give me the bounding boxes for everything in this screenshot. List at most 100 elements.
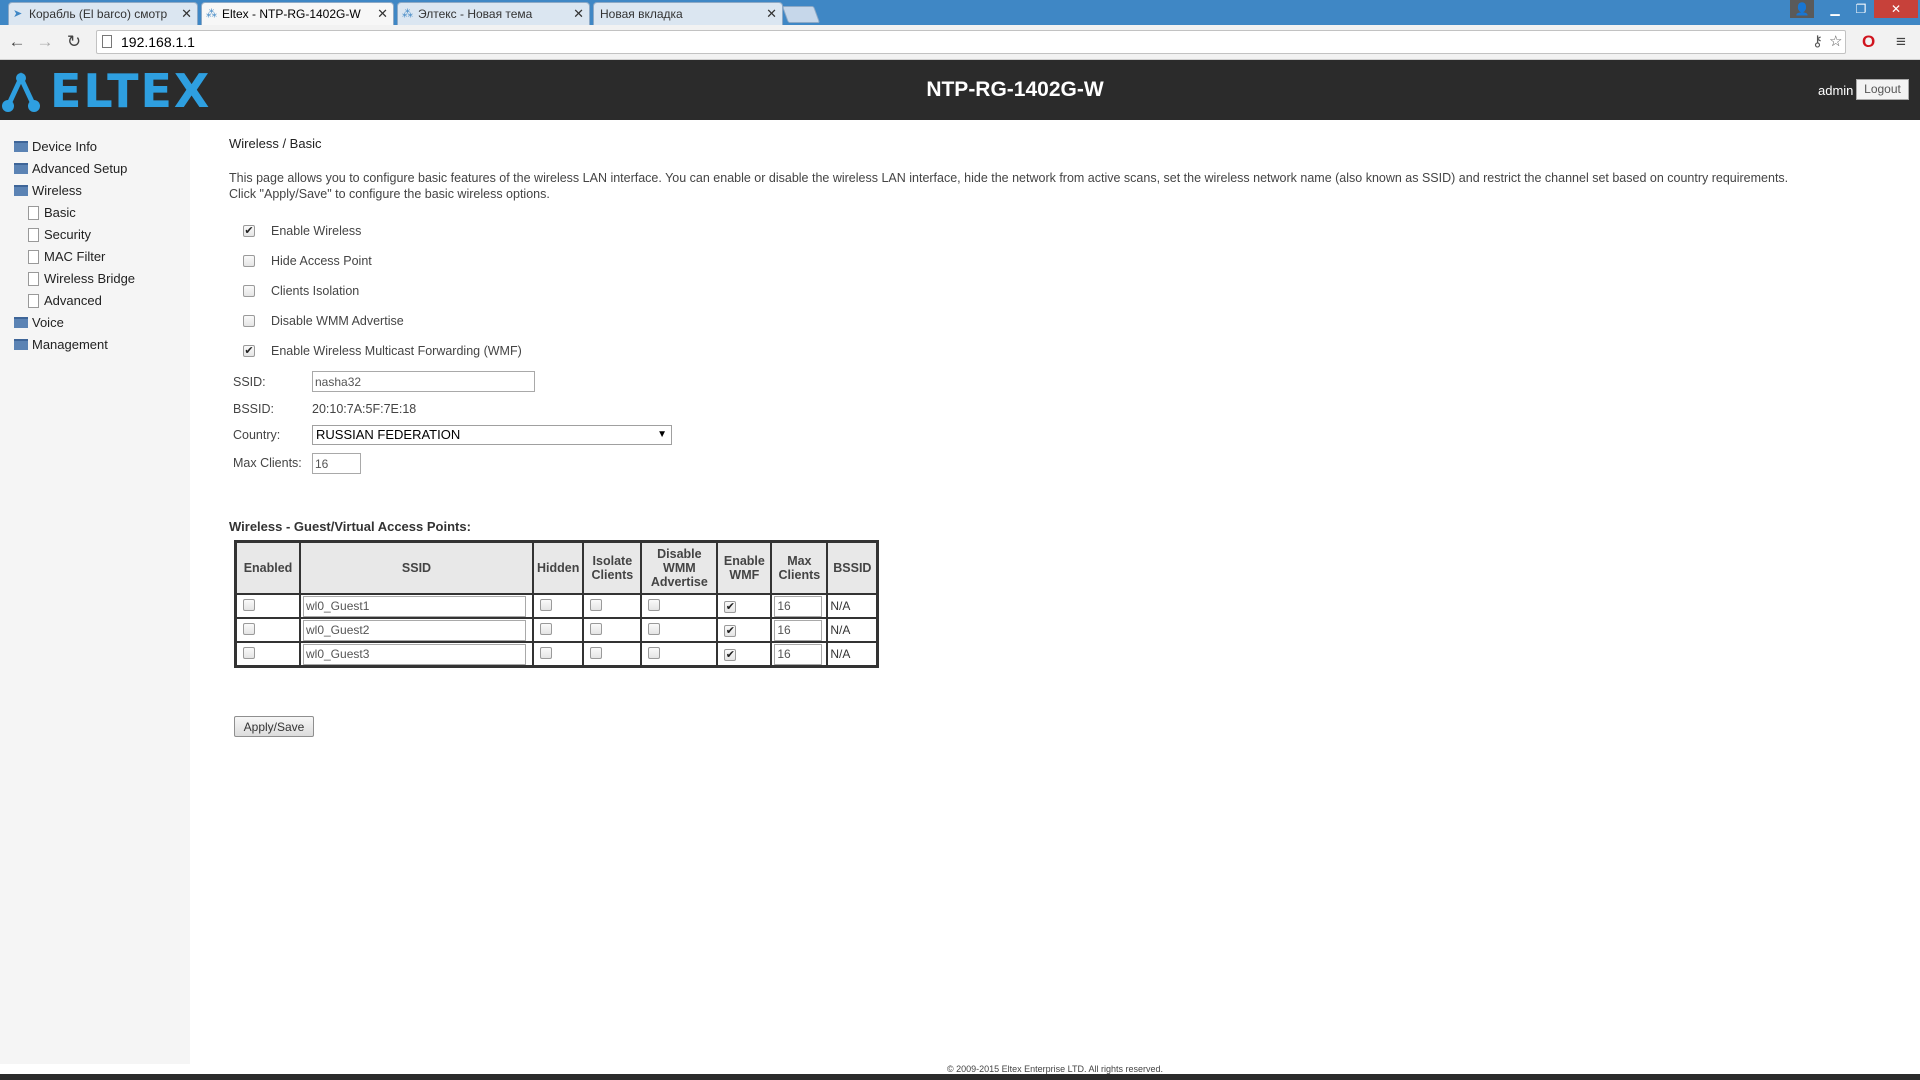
guest-ssid-input[interactable] xyxy=(303,595,526,617)
page-description: This page allows you to configure basic … xyxy=(229,171,1789,201)
enable-wmf-checkbox[interactable]: ✔ xyxy=(243,345,255,357)
sidebar: Device Info Advanced Setup Wireless Basi… xyxy=(0,120,190,1064)
guest-ap-title: Wireless - Guest/Virtual Access Points: xyxy=(229,519,471,534)
guest-disable-wmm-checkbox[interactable] xyxy=(648,598,661,611)
header-max-clients: Max Clients xyxy=(771,542,828,594)
logout-button[interactable]: Logout xyxy=(1856,79,1909,100)
browser-tab-4[interactable]: Новая вкладка ✕ xyxy=(593,2,783,25)
folder-icon xyxy=(14,317,28,328)
browser-tab-1[interactable]: ➤ Корабль (El barco) смотр ✕ xyxy=(8,2,198,25)
forward-icon[interactable]: → xyxy=(35,32,55,52)
document-icon xyxy=(28,272,39,286)
eltex-icon: ⁂ xyxy=(206,8,217,20)
browser-toolbar: ← → ↻ 192.168.1.1 ⚷ ☆ O ≡ xyxy=(0,25,1920,60)
device-name: NTP-RG-1402G-W xyxy=(926,78,1104,101)
new-tab-button[interactable] xyxy=(781,6,821,23)
star-icon[interactable]: ☆ xyxy=(1829,33,1842,51)
option-label: Enable Wireless Multicast Forwarding (WM… xyxy=(271,344,522,358)
cell-isolate xyxy=(583,618,642,642)
guest-enable-wmf-checkbox[interactable]: ✔ xyxy=(724,649,737,661)
header-disable-wmm: Disable WMM Advertise xyxy=(641,542,718,594)
tab-title: Корабль (El barco) смотр xyxy=(29,7,168,21)
table-row: ✔ N/A xyxy=(236,594,878,618)
eltex-icon: ⁂ xyxy=(402,8,413,20)
page-icon xyxy=(102,35,112,48)
table-header-row: Enabled SSID Hidden Isolate Clients Disab… xyxy=(236,542,878,594)
back-icon[interactable]: ← xyxy=(7,32,27,52)
cell-max-clients xyxy=(771,618,828,642)
cell-ssid xyxy=(300,642,533,666)
guest-enabled-checkbox[interactable] xyxy=(243,598,255,611)
address-bar[interactable]: 192.168.1.1 ⚷ ☆ xyxy=(96,30,1846,54)
header-line: Enable xyxy=(723,554,765,568)
sidebar-item-label: Advanced xyxy=(44,293,102,308)
option-label: Hide Access Point xyxy=(271,254,372,268)
cell-hidden xyxy=(533,642,584,666)
header-line: Isolate xyxy=(592,554,633,568)
browser-tab-3[interactable]: ⁂ Элтекс - Новая тема ✕ xyxy=(397,2,590,25)
dropdown-arrow-icon: ▼ xyxy=(657,429,667,440)
minimize-icon[interactable]: ▁ xyxy=(1822,0,1848,18)
cell-bssid: N/A xyxy=(827,642,878,666)
tab-title: Eltex - NTP-RG-1402G-W xyxy=(222,7,361,21)
guest-hidden-checkbox[interactable] xyxy=(540,646,552,659)
option-label: Enable Wireless xyxy=(271,224,362,238)
sidebar-item-label: Wireless xyxy=(32,183,82,198)
sidebar-item-label: Security xyxy=(44,227,91,242)
folder-icon xyxy=(14,163,28,174)
clients-isolation-checkbox[interactable] xyxy=(243,285,255,297)
country-select[interactable]: RUSSIAN FEDERATION ▼ xyxy=(312,425,672,445)
opera-icon[interactable]: O xyxy=(1862,31,1875,53)
guest-ssid-input[interactable] xyxy=(303,619,526,641)
header-line: WMF xyxy=(729,568,760,582)
restore-icon[interactable]: ❐ xyxy=(1848,0,1874,18)
guest-ssid-input[interactable] xyxy=(303,643,526,665)
cell-enable-wmf: ✔ xyxy=(717,618,772,642)
close-icon[interactable]: ✕ xyxy=(377,3,388,25)
cell-enabled xyxy=(236,642,300,666)
guest-enable-wmf-checkbox[interactable]: ✔ xyxy=(724,625,737,637)
document-icon xyxy=(28,228,39,242)
guest-disable-wmm-checkbox[interactable] xyxy=(648,622,661,635)
page-title: Wireless / Basic xyxy=(229,136,322,151)
cell-disable-wmm xyxy=(641,618,718,642)
browser-tab-bar: ➤ Корабль (El barco) смотр ✕ ⁂ Eltex - N… xyxy=(0,0,1920,26)
profile-icon[interactable]: 👤 xyxy=(1790,0,1814,18)
guest-isolate-checkbox[interactable] xyxy=(590,598,603,611)
bssid-value: 20:10:7A:5F:7E:18 xyxy=(312,402,417,416)
header-enabled: Enabled xyxy=(236,542,300,594)
folder-icon xyxy=(14,141,28,152)
enable-wireless-checkbox[interactable]: ✔ xyxy=(243,225,255,237)
guest-max-clients-input[interactable] xyxy=(774,643,823,665)
guest-isolate-checkbox[interactable] xyxy=(590,646,603,659)
guest-disable-wmm-checkbox[interactable] xyxy=(648,646,661,659)
cell-hidden xyxy=(533,594,584,618)
guest-isolate-checkbox[interactable] xyxy=(590,622,603,635)
guest-enabled-checkbox[interactable] xyxy=(243,622,255,635)
folder-open-icon xyxy=(14,185,28,196)
guest-max-clients-input[interactable] xyxy=(774,595,823,617)
document-icon xyxy=(28,206,39,220)
ssid-input[interactable] xyxy=(312,371,535,392)
menu-icon[interactable]: ≡ xyxy=(1896,31,1906,53)
guest-hidden-checkbox[interactable] xyxy=(540,598,552,611)
key-icon[interactable]: ⚷ xyxy=(1812,33,1823,51)
country-selected-value: RUSSIAN FEDERATION xyxy=(316,427,461,442)
close-icon[interactable]: ✕ xyxy=(766,3,777,25)
window-close-icon[interactable]: ✕ xyxy=(1874,0,1918,18)
max-clients-input[interactable] xyxy=(312,453,361,474)
guest-max-clients-input[interactable] xyxy=(774,619,823,641)
reload-icon[interactable]: ↻ xyxy=(64,32,84,52)
guest-enabled-checkbox[interactable] xyxy=(243,646,255,659)
disable-wmm-checkbox[interactable] xyxy=(243,315,255,327)
hide-access-point-checkbox[interactable] xyxy=(243,255,255,267)
guest-enable-wmf-checkbox[interactable]: ✔ xyxy=(724,601,737,613)
close-icon[interactable]: ✕ xyxy=(573,3,584,25)
browser-tab-2[interactable]: ⁂ Eltex - NTP-RG-1402G-W ✕ xyxy=(201,2,394,26)
max-clients-label: Max Clients: xyxy=(233,456,302,470)
apply-save-button[interactable]: Apply/Save xyxy=(234,716,314,737)
close-icon[interactable]: ✕ xyxy=(181,3,192,25)
cell-bssid: N/A xyxy=(827,594,878,618)
header-line: Max xyxy=(787,554,812,568)
guest-hidden-checkbox[interactable] xyxy=(540,622,552,635)
